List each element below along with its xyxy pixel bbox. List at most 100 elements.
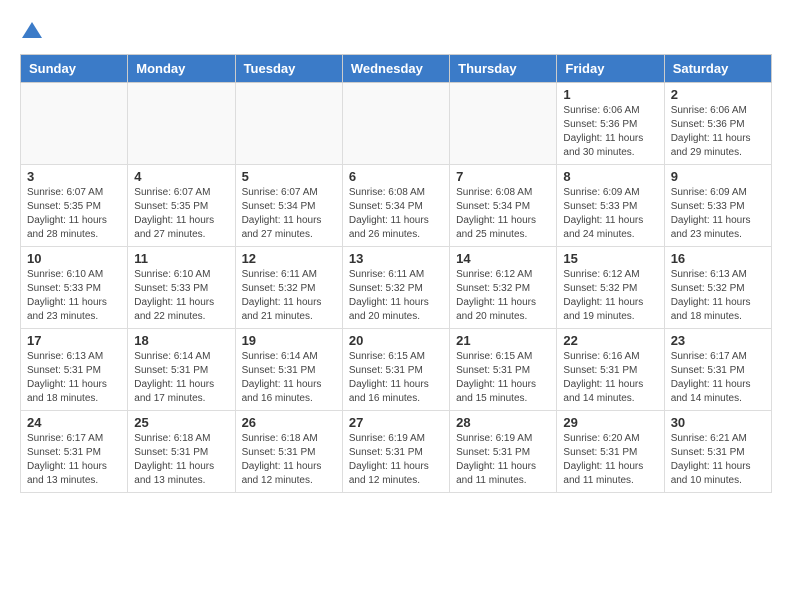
calendar-cell: 25 Sunrise: 6:18 AM Sunset: 5:31 PM Dayli… (128, 411, 235, 493)
calendar-cell: 22 Sunrise: 6:16 AM Sunset: 5:31 PM Dayli… (557, 329, 664, 411)
calendar-header-row: SundayMondayTuesdayWednesdayThursdayFrid… (21, 55, 772, 83)
day-info: Sunrise: 6:13 AM Sunset: 5:32 PM Dayligh… (671, 268, 765, 324)
logo-icon (20, 20, 44, 44)
calendar-cell: 7 Sunrise: 6:08 AM Sunset: 5:34 PM Daylig… (450, 165, 557, 247)
day-info: Sunrise: 6:07 AM Sunset: 5:35 PM Dayligh… (134, 186, 228, 242)
day-number: 10 (27, 251, 121, 266)
calendar-cell: 30 Sunrise: 6:21 AM Sunset: 5:31 PM Dayli… (664, 411, 771, 493)
day-info: Sunrise: 6:10 AM Sunset: 5:33 PM Dayligh… (134, 268, 228, 324)
calendar-cell: 24Sunrise: 6:17 AM Sunset: 5:31 PM Dayli… (21, 411, 128, 493)
day-info: Sunrise: 6:12 AM Sunset: 5:32 PM Dayligh… (563, 268, 657, 324)
calendar-cell (450, 83, 557, 165)
day-info: Sunrise: 6:14 AM Sunset: 5:31 PM Dayligh… (134, 350, 228, 406)
day-number: 29 (563, 415, 657, 430)
day-info: Sunrise: 6:21 AM Sunset: 5:31 PM Dayligh… (671, 432, 765, 488)
weekday-header-monday: Monday (128, 55, 235, 83)
day-info: Sunrise: 6:13 AM Sunset: 5:31 PM Dayligh… (27, 350, 121, 406)
day-number: 11 (134, 251, 228, 266)
calendar-cell (21, 83, 128, 165)
day-info: Sunrise: 6:08 AM Sunset: 5:34 PM Dayligh… (349, 186, 443, 242)
day-number: 30 (671, 415, 765, 430)
calendar-cell: 14Sunrise: 6:12 AM Sunset: 5:32 PM Dayli… (450, 247, 557, 329)
calendar-cell: 2Sunrise: 6:06 AM Sunset: 5:36 PM Daylig… (664, 83, 771, 165)
day-info: Sunrise: 6:16 AM Sunset: 5:31 PM Dayligh… (563, 350, 657, 406)
weekday-header-tuesday: Tuesday (235, 55, 342, 83)
calendar-cell: 16 Sunrise: 6:13 AM Sunset: 5:32 PM Dayli… (664, 247, 771, 329)
day-number: 9 (671, 169, 765, 184)
calendar-cell (235, 83, 342, 165)
calendar-cell: 21Sunrise: 6:15 AM Sunset: 5:31 PM Dayli… (450, 329, 557, 411)
day-number: 2 (671, 87, 765, 102)
day-number: 17 (27, 333, 121, 348)
day-number: 23 (671, 333, 765, 348)
calendar-cell: 29 Sunrise: 6:20 AM Sunset: 5:31 PM Dayli… (557, 411, 664, 493)
page-header (20, 20, 772, 44)
day-number: 3 (27, 169, 121, 184)
calendar-cell: 26 Sunrise: 6:18 AM Sunset: 5:31 PM Dayli… (235, 411, 342, 493)
calendar-cell (342, 83, 449, 165)
day-number: 28 (456, 415, 550, 430)
calendar-cell: 23 Sunrise: 6:17 AM Sunset: 5:31 PM Dayli… (664, 329, 771, 411)
day-info: Sunrise: 6:06 AM Sunset: 5:36 PM Dayligh… (563, 104, 657, 160)
logo (20, 20, 48, 44)
day-number: 7 (456, 169, 550, 184)
weekday-header-sunday: Sunday (21, 55, 128, 83)
day-number: 25 (134, 415, 228, 430)
day-number: 15 (563, 251, 657, 266)
weekday-header-saturday: Saturday (664, 55, 771, 83)
day-number: 13 (349, 251, 443, 266)
calendar-cell: 1 Sunrise: 6:06 AM Sunset: 5:36 PM Daylig… (557, 83, 664, 165)
weekday-header-friday: Friday (557, 55, 664, 83)
calendar-week-row: 3 Sunrise: 6:07 AM Sunset: 5:35 PM Daylig… (21, 165, 772, 247)
day-info: Sunrise: 6:19 AM Sunset: 5:31 PM Dayligh… (456, 432, 550, 488)
day-number: 1 (563, 87, 657, 102)
calendar-cell: 9 Sunrise: 6:09 AM Sunset: 5:33 PM Daylig… (664, 165, 771, 247)
day-number: 22 (563, 333, 657, 348)
day-info: Sunrise: 6:20 AM Sunset: 5:31 PM Dayligh… (563, 432, 657, 488)
day-number: 6 (349, 169, 443, 184)
day-info: Sunrise: 6:11 AM Sunset: 5:32 PM Dayligh… (242, 268, 336, 324)
calendar-week-row: 1 Sunrise: 6:06 AM Sunset: 5:36 PM Daylig… (21, 83, 772, 165)
calendar-cell: 27 Sunrise: 6:19 AM Sunset: 5:31 PM Dayli… (342, 411, 449, 493)
calendar-cell (128, 83, 235, 165)
calendar-week-row: 24Sunrise: 6:17 AM Sunset: 5:31 PM Dayli… (21, 411, 772, 493)
calendar-table: SundayMondayTuesdayWednesdayThursdayFrid… (20, 54, 772, 493)
day-info: Sunrise: 6:18 AM Sunset: 5:31 PM Dayligh… (134, 432, 228, 488)
calendar-cell: 28 Sunrise: 6:19 AM Sunset: 5:31 PM Dayli… (450, 411, 557, 493)
day-info: Sunrise: 6:17 AM Sunset: 5:31 PM Dayligh… (671, 350, 765, 406)
calendar-cell: 15 Sunrise: 6:12 AM Sunset: 5:32 PM Dayli… (557, 247, 664, 329)
day-info: Sunrise: 6:12 AM Sunset: 5:32 PM Dayligh… (456, 268, 550, 324)
calendar-cell: 10Sunrise: 6:10 AM Sunset: 5:33 PM Dayli… (21, 247, 128, 329)
day-number: 19 (242, 333, 336, 348)
calendar-cell: 3 Sunrise: 6:07 AM Sunset: 5:35 PM Daylig… (21, 165, 128, 247)
day-number: 5 (242, 169, 336, 184)
calendar-cell: 5Sunrise: 6:07 AM Sunset: 5:34 PM Daylig… (235, 165, 342, 247)
day-number: 16 (671, 251, 765, 266)
day-number: 24 (27, 415, 121, 430)
calendar-cell: 13 Sunrise: 6:11 AM Sunset: 5:32 PM Dayli… (342, 247, 449, 329)
day-info: Sunrise: 6:07 AM Sunset: 5:35 PM Dayligh… (27, 186, 121, 242)
day-info: Sunrise: 6:09 AM Sunset: 5:33 PM Dayligh… (563, 186, 657, 242)
day-info: Sunrise: 6:11 AM Sunset: 5:32 PM Dayligh… (349, 268, 443, 324)
calendar-cell: 6 Sunrise: 6:08 AM Sunset: 5:34 PM Daylig… (342, 165, 449, 247)
day-info: Sunrise: 6:18 AM Sunset: 5:31 PM Dayligh… (242, 432, 336, 488)
calendar-week-row: 17 Sunrise: 6:13 AM Sunset: 5:31 PM Dayli… (21, 329, 772, 411)
day-number: 18 (134, 333, 228, 348)
day-number: 21 (456, 333, 550, 348)
weekday-header-wednesday: Wednesday (342, 55, 449, 83)
calendar-cell: 11 Sunrise: 6:10 AM Sunset: 5:33 PM Dayli… (128, 247, 235, 329)
calendar-cell: 8 Sunrise: 6:09 AM Sunset: 5:33 PM Daylig… (557, 165, 664, 247)
day-number: 12 (242, 251, 336, 266)
day-number: 20 (349, 333, 443, 348)
day-info: Sunrise: 6:09 AM Sunset: 5:33 PM Dayligh… (671, 186, 765, 242)
calendar-cell: 4Sunrise: 6:07 AM Sunset: 5:35 PM Daylig… (128, 165, 235, 247)
weekday-header-thursday: Thursday (450, 55, 557, 83)
day-info: Sunrise: 6:08 AM Sunset: 5:34 PM Dayligh… (456, 186, 550, 242)
day-number: 27 (349, 415, 443, 430)
day-number: 8 (563, 169, 657, 184)
day-info: Sunrise: 6:14 AM Sunset: 5:31 PM Dayligh… (242, 350, 336, 406)
calendar-cell: 17 Sunrise: 6:13 AM Sunset: 5:31 PM Dayli… (21, 329, 128, 411)
day-info: Sunrise: 6:19 AM Sunset: 5:31 PM Dayligh… (349, 432, 443, 488)
day-number: 26 (242, 415, 336, 430)
calendar-cell: 20Sunrise: 6:15 AM Sunset: 5:31 PM Dayli… (342, 329, 449, 411)
